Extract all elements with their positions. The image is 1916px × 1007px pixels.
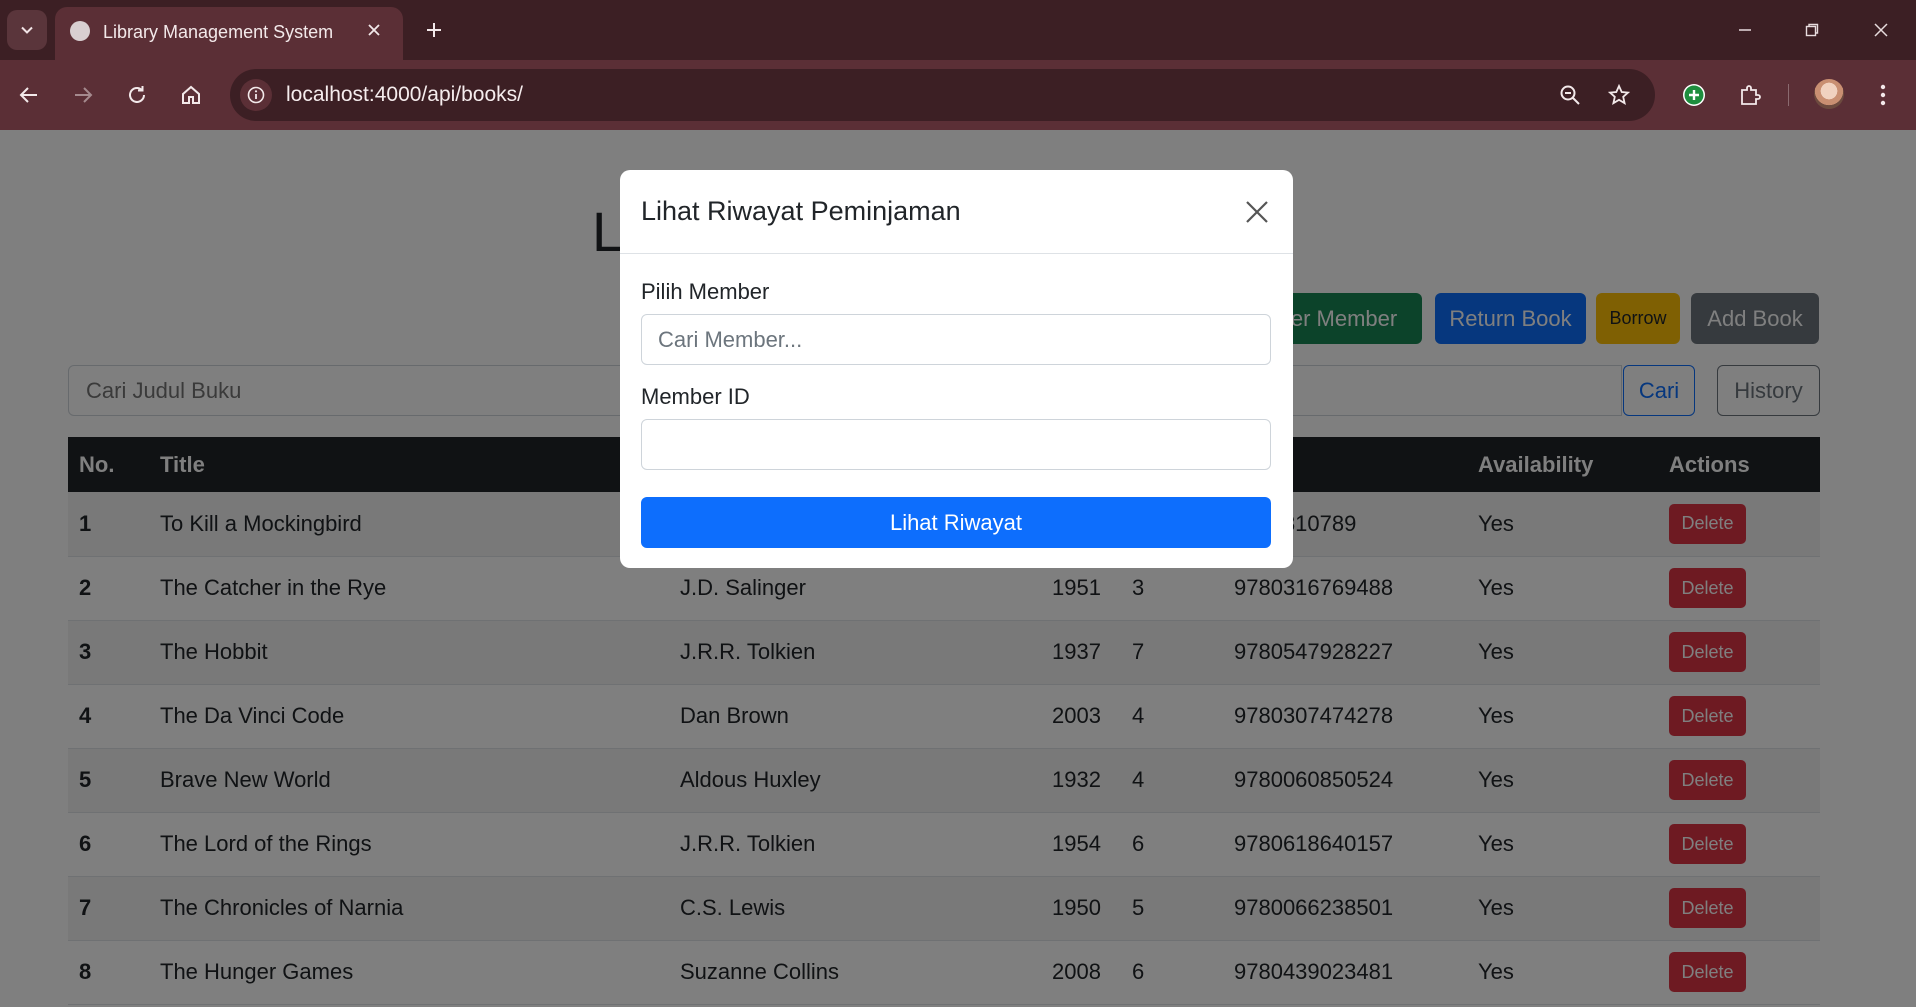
reload-button[interactable] [117,75,157,115]
extension-add-button[interactable] [1676,77,1712,113]
url-text: localhost:4000/api/books/ [286,83,523,106]
puzzle-icon [1741,85,1761,105]
plus-icon [427,23,441,37]
restore-icon [1805,23,1819,37]
forward-button[interactable] [63,75,103,115]
close-icon [368,24,380,36]
modal-title: Lihat Riwayat Peminjaman [641,196,961,226]
close-window-button[interactable] [1861,14,1901,46]
more-vertical-icon [1880,84,1886,106]
chevron-down-icon [21,26,33,34]
browser-toolbar: localhost:4000/api/books/ [0,60,1916,130]
extensions-button[interactable] [1732,77,1768,113]
arrow-right-icon [75,87,93,103]
member-id-field[interactable] [641,419,1271,470]
site-info-button[interactable] [240,79,272,111]
address-bar[interactable]: localhost:4000/api/books/ [230,69,1655,121]
tab-close-button[interactable] [361,17,387,43]
browser-tab[interactable]: Library Management System [55,7,403,60]
profile-avatar[interactable] [1814,79,1844,109]
page-content: L ter Member Return Book Borrow Add Book… [0,130,1916,1007]
modal-close-button[interactable] [1239,194,1275,230]
browser-tab-strip: Library Management System [0,0,1916,60]
member-search-input[interactable] [641,314,1271,365]
home-button[interactable] [171,75,211,115]
star-icon [1608,84,1630,106]
arrow-left-icon [19,87,37,103]
tab-title: Library Management System [103,22,334,42]
minimize-icon [1739,29,1751,31]
zoom-out-icon [1560,85,1580,105]
close-icon [1246,201,1268,223]
reload-icon [129,86,145,103]
view-history-button[interactable]: Lihat Riwayat [641,497,1271,548]
globe-icon [70,21,90,41]
home-icon [182,85,200,104]
toolbar-divider [1788,84,1789,106]
restore-button[interactable] [1792,14,1832,46]
member-id-label: Member ID [641,384,750,409]
borrow-history-modal: Lihat Riwayat Peminjaman Pilih Member Me… [620,170,1293,568]
modal-header: Lihat Riwayat Peminjaman [620,170,1293,254]
tab-search-button[interactable] [7,10,47,50]
member-select-label: Pilih Member [641,279,770,304]
info-icon [247,86,265,104]
minimize-button[interactable] [1725,14,1765,46]
plus-circle-icon [1683,84,1705,106]
bookmark-button[interactable] [1603,79,1635,111]
back-button[interactable] [9,75,49,115]
browser-menu-button[interactable] [1865,77,1901,113]
close-icon [1874,23,1888,37]
new-tab-button[interactable] [418,14,450,46]
zoom-button[interactable] [1554,79,1586,111]
